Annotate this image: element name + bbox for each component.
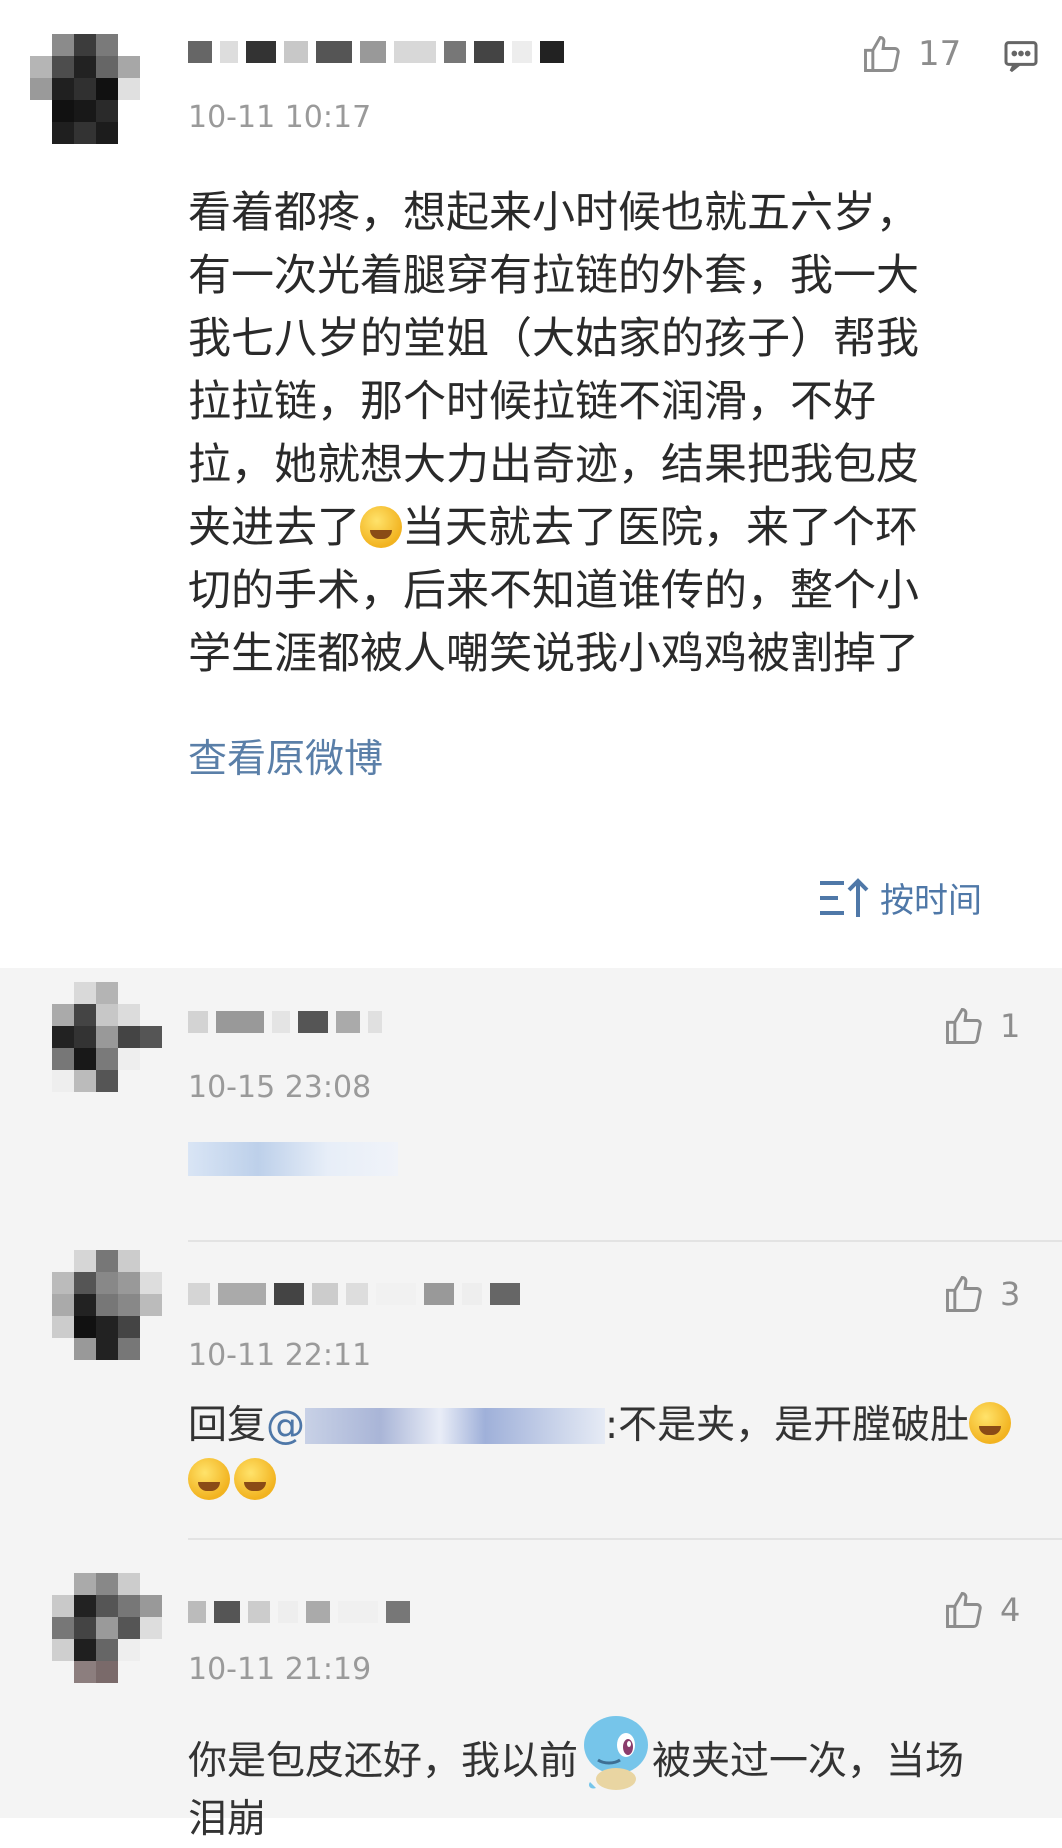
reply-prefix: 回复 xyxy=(188,1403,267,1448)
laugh-cry-emoji-icon xyxy=(969,1402,1012,1444)
thumbs-up-icon xyxy=(946,1008,982,1044)
thumbs-up-icon xyxy=(946,1276,982,1312)
like-count: 4 xyxy=(1000,1591,1021,1629)
avatar[interactable] xyxy=(52,982,162,1092)
like-button[interactable]: 3 xyxy=(942,1272,1020,1316)
reply-text-masked xyxy=(188,1142,398,1176)
like-button[interactable]: 4 xyxy=(942,1588,1020,1632)
reply-line: 泪崩 xyxy=(188,1797,267,1842)
username-masked[interactable] xyxy=(188,1600,410,1624)
mention-at[interactable]: @ xyxy=(266,1403,305,1448)
like-count: 3 xyxy=(1000,1275,1021,1313)
comment-segment: 夹进去了 xyxy=(188,503,360,553)
reply-body: 你是包皮还好，我以前 被夹过一次，当场 泪崩 xyxy=(188,1712,1028,1848)
like-count: 1 xyxy=(1000,1007,1021,1045)
reply-timestamp: 10-15 23:08 xyxy=(188,1070,372,1105)
comment-line: 有一次光着腿穿有拉链的外套，我一大 xyxy=(188,251,919,301)
comment-line: 切的手术，后来不知道谁传的，整个小 xyxy=(188,566,919,616)
like-button[interactable]: 1 xyxy=(942,1004,1020,1048)
divider xyxy=(188,1240,1062,1242)
reply-line: 回复@ :不是夹，是开膛破肚 xyxy=(188,1398,1028,1454)
comment-line: 学生涯都被人嘲笑说我小鸡鸡被割掉了 xyxy=(188,629,919,679)
comment-icon[interactable] xyxy=(1000,36,1042,76)
like-button[interactable]: 17 xyxy=(860,32,961,76)
comment-line: 拉，她就想大力出奇迹，结果把我包皮 xyxy=(188,440,919,490)
reply-body: 回复@ :不是夹，是开膛破肚 xyxy=(188,1398,1028,1510)
reply-timestamp: 10-11 22:11 xyxy=(188,1338,372,1373)
replies-section xyxy=(0,968,1062,1818)
avatar[interactable] xyxy=(52,1573,162,1683)
squirtle-sticker-icon xyxy=(578,1712,652,1792)
comment-segment: 当天就去了医院，来了个环 xyxy=(402,503,918,553)
thumbs-up-icon xyxy=(864,36,900,72)
sort-icon xyxy=(820,877,869,917)
avatar[interactable] xyxy=(30,34,140,144)
comment-timestamp: 10-11 10:17 xyxy=(188,100,372,135)
laugh-cry-emoji-icon xyxy=(360,506,402,548)
sort-label: 按时间 xyxy=(880,881,982,921)
laugh-cry-emoji-icon xyxy=(188,1458,230,1500)
sort-button[interactable]: 按时间 xyxy=(818,873,982,922)
username-masked[interactable] xyxy=(188,1010,382,1034)
comment-line: 夹进去了 当天就去了医院，来了个环 xyxy=(188,497,1028,560)
reply-text: :不是夹，是开膛破肚 xyxy=(605,1403,970,1448)
laugh-cry-emoji-icon xyxy=(234,1458,276,1500)
reply-text: 被夹过一次，当场 xyxy=(652,1739,965,1784)
reply-timestamp: 10-11 21:19 xyxy=(188,1652,372,1687)
like-count: 17 xyxy=(918,34,962,74)
mention-username-masked[interactable] xyxy=(305,1408,606,1444)
username-masked[interactable] xyxy=(188,40,564,64)
username-masked[interactable] xyxy=(188,1282,520,1306)
view-original-link[interactable]: 查看原微博 xyxy=(188,728,383,784)
comment-line: 看着都疼，想起来小时候也就五六岁， xyxy=(188,188,919,238)
avatar[interactable] xyxy=(52,1250,162,1360)
comment-line: 我七八岁的堂姐（大姑家的孩子）帮我 xyxy=(188,314,919,364)
thumbs-up-icon xyxy=(946,1592,982,1628)
comment-body: 看着都疼，想起来小时候也就五六岁， 有一次光着腿穿有拉链的外套，我一大 我七八岁… xyxy=(188,182,1028,686)
divider xyxy=(188,1538,1062,1540)
reply-text: 你是包皮还好，我以前 xyxy=(188,1739,579,1784)
reply-line xyxy=(188,1454,1028,1510)
comment-line: 拉拉链，那个时候拉链不润滑，不好 xyxy=(188,377,876,427)
reply-line: 你是包皮还好，我以前 被夹过一次，当场 xyxy=(188,1712,1028,1792)
